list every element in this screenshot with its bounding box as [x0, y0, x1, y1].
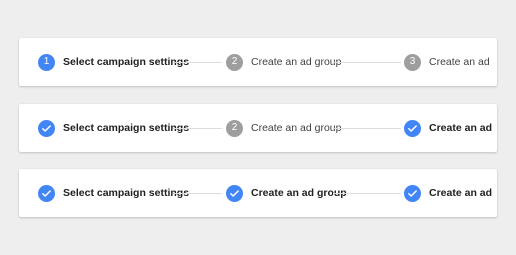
- step-create-ad-group[interactable]: 2 Create an ad group: [226, 104, 341, 152]
- step-label: Create an ad group: [251, 122, 342, 134]
- step-create-ad-group[interactable]: 2 Create an ad group: [226, 38, 341, 86]
- step-connector: [333, 62, 401, 63]
- step-label: Create an ad group: [251, 56, 342, 68]
- step-label: Create an ad: [429, 122, 493, 134]
- step-create-ad[interactable]: Create an ad: [404, 169, 492, 217]
- check-icon: [404, 184, 421, 202]
- step-connector: [333, 128, 401, 129]
- check-icon: [38, 119, 55, 137]
- step-label: Select campaign settings: [63, 56, 190, 68]
- check-icon: [226, 184, 243, 202]
- step-select-campaign-settings[interactable]: 1 Select campaign settings: [38, 38, 189, 86]
- step-label: Select campaign settings: [63, 187, 190, 199]
- step-select-campaign-settings[interactable]: Select campaign settings: [38, 104, 189, 152]
- step-connector: [173, 128, 222, 129]
- stepper-card: Select campaign settings Create an ad gr…: [19, 169, 497, 217]
- step-create-ad[interactable]: Create an ad: [404, 104, 492, 152]
- step-connector: [333, 193, 401, 194]
- step-label: Create an ad: [429, 56, 490, 68]
- step-connector: [173, 62, 222, 63]
- step-create-ad[interactable]: 3 Create an ad: [404, 38, 490, 86]
- stepper-card: Select campaign settings 2 Create an ad …: [19, 104, 497, 152]
- check-icon: [404, 119, 421, 137]
- check-icon: [38, 184, 55, 202]
- step-number-badge: 2: [226, 53, 243, 71]
- step-label: Create an ad: [429, 187, 493, 199]
- step-number-badge: 2: [226, 119, 243, 137]
- step-number-badge: 3: [404, 53, 421, 71]
- step-number-badge: 1: [38, 53, 55, 71]
- step-select-campaign-settings[interactable]: Select campaign settings: [38, 169, 189, 217]
- stepper-card: 1 Select campaign settings 2 Create an a…: [19, 38, 497, 86]
- step-connector: [173, 193, 222, 194]
- step-label: Select campaign settings: [63, 122, 190, 134]
- step-create-ad-group[interactable]: Create an ad group: [226, 169, 347, 217]
